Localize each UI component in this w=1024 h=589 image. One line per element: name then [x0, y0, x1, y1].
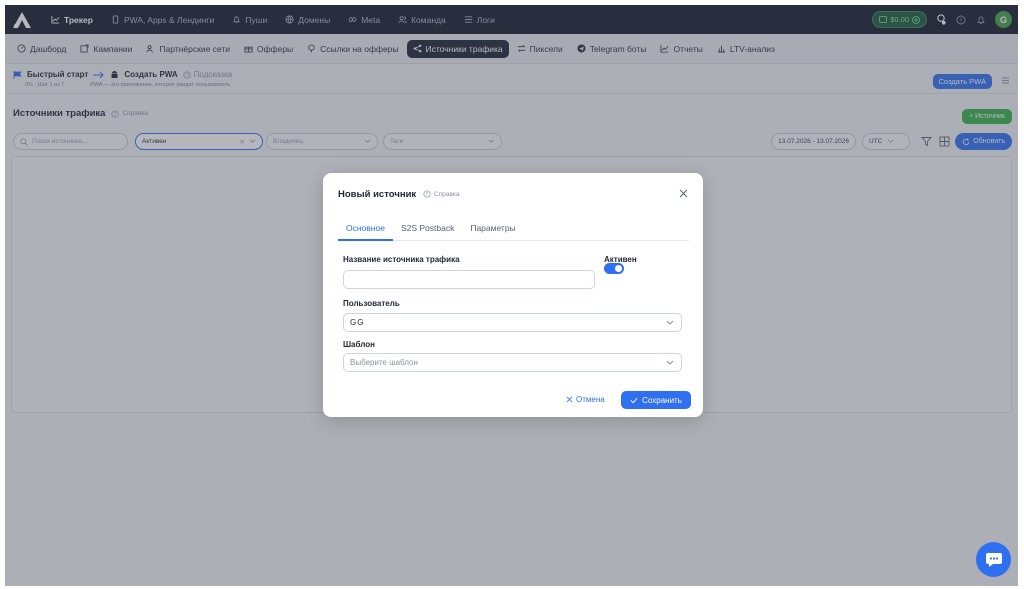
user-label: Пользователь	[343, 299, 400, 308]
app-frame: Трекер PWA, Apps & Лендинги Пуши Домены …	[5, 5, 1018, 586]
close-icon[interactable]	[678, 188, 689, 199]
modal-title: Новый источник	[338, 189, 417, 200]
check-icon	[630, 397, 638, 403]
source-name-input[interactable]	[343, 270, 595, 289]
user-select[interactable]: GG	[343, 313, 682, 332]
chat-bubble-icon	[985, 552, 1002, 567]
chevron-down-icon	[666, 360, 674, 365]
modal-tabs: Основное S2S Postback Параметры	[338, 223, 689, 241]
modal-help-link[interactable]: ? Справка	[423, 190, 460, 198]
tab-basic[interactable]: Основное	[338, 223, 393, 241]
cancel-button[interactable]: Отмена	[566, 395, 605, 404]
save-label: Сохранить	[642, 395, 682, 405]
modal-help-label: Справка	[434, 190, 460, 198]
chat-widget-button[interactable]	[976, 542, 1011, 577]
template-select[interactable]: Выберите шаблон	[343, 353, 682, 372]
template-placeholder: Выберите шаблон	[350, 358, 418, 367]
new-source-modal: Новый источник ? Справка Основное S2S Po…	[323, 173, 703, 417]
tab-s2s-postback[interactable]: S2S Postback	[393, 223, 462, 241]
chevron-down-icon	[666, 320, 674, 325]
toggle-knob	[615, 265, 622, 272]
cancel-label: Отмена	[576, 395, 605, 404]
template-label: Шаблон	[343, 340, 375, 349]
help-icon: ?	[423, 190, 431, 198]
tab-parameters[interactable]: Параметры	[462, 223, 523, 241]
close-icon	[566, 396, 573, 403]
user-select-value: GG	[350, 318, 365, 327]
save-button[interactable]: Сохранить	[621, 391, 691, 409]
source-name-label: Название источника трафика	[343, 255, 460, 264]
active-toggle[interactable]	[604, 263, 624, 274]
